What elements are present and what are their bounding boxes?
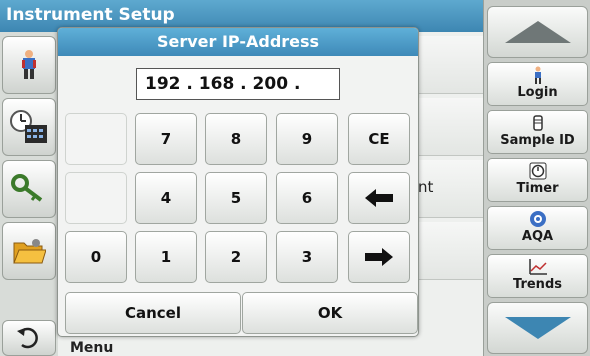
timer-icon (529, 162, 547, 180)
right-sidebar: Login Sample ID Timer AQA Trends (483, 0, 590, 356)
back-button[interactable] (2, 320, 56, 356)
sample-id-icon (532, 114, 544, 132)
ip-address-field[interactable]: 192 . 168 . 200 . (136, 68, 340, 100)
clock-calendar-icon (10, 110, 47, 143)
key-4[interactable]: 4 (135, 172, 197, 224)
server-ip-dialog: Server IP-Address 192 . 168 . 200 . 7 8 … (57, 27, 419, 337)
key-8[interactable]: 8 (205, 113, 267, 165)
folder-icon (13, 239, 46, 264)
arrow-right-icon (365, 248, 393, 266)
sample-id-label: Sample ID (500, 133, 575, 148)
aqa-label: AQA (521, 229, 554, 244)
keypad-blank-key (65, 172, 127, 224)
arrow-up-icon (504, 21, 571, 43)
key-6[interactable]: 6 (276, 172, 338, 224)
aqa-button[interactable]: AQA (487, 206, 588, 250)
back-icon (17, 327, 38, 349)
key-icon (11, 174, 43, 202)
key-backspace[interactable] (348, 172, 410, 224)
key-3[interactable]: 3 (276, 231, 338, 283)
sample-id-button[interactable]: Sample ID (487, 110, 588, 154)
key-1[interactable]: 1 (135, 231, 197, 283)
cancel-button[interactable]: Cancel (65, 292, 241, 334)
key-5[interactable]: 5 (205, 172, 267, 224)
background-row-label: nt (418, 178, 434, 196)
keypad-blank-key (65, 113, 127, 165)
trends-button[interactable]: Trends (487, 254, 588, 298)
menu-label: Menu (70, 340, 114, 356)
key-9[interactable]: 9 (276, 113, 338, 165)
arrow-left-icon (365, 189, 393, 207)
operator-icon (22, 50, 36, 79)
left-toolbar (0, 32, 58, 356)
date-time-button[interactable] (2, 98, 56, 156)
key-forward[interactable] (348, 231, 410, 283)
scroll-up-button[interactable] (487, 6, 588, 58)
login-label: Login (517, 85, 558, 100)
login-button[interactable]: Login (487, 62, 588, 106)
arrow-down-icon (504, 317, 571, 339)
key-7[interactable]: 7 (135, 113, 197, 165)
timer-label: Timer (516, 181, 559, 196)
key-clear-entry[interactable]: CE (348, 113, 410, 165)
dialog-title: Server IP-Address (58, 28, 418, 56)
timer-button[interactable]: Timer (487, 158, 588, 202)
trends-label: Trends (513, 277, 562, 292)
aqa-icon (529, 210, 547, 228)
ok-button[interactable]: OK (242, 292, 418, 334)
login-icon (532, 66, 544, 84)
key-0[interactable]: 0 (65, 231, 127, 283)
operator-button[interactable] (2, 36, 56, 94)
trends-icon (528, 258, 548, 276)
security-button[interactable] (2, 160, 56, 218)
data-management-button[interactable] (2, 222, 56, 280)
scroll-down-button[interactable] (487, 302, 588, 354)
key-2[interactable]: 2 (205, 231, 267, 283)
